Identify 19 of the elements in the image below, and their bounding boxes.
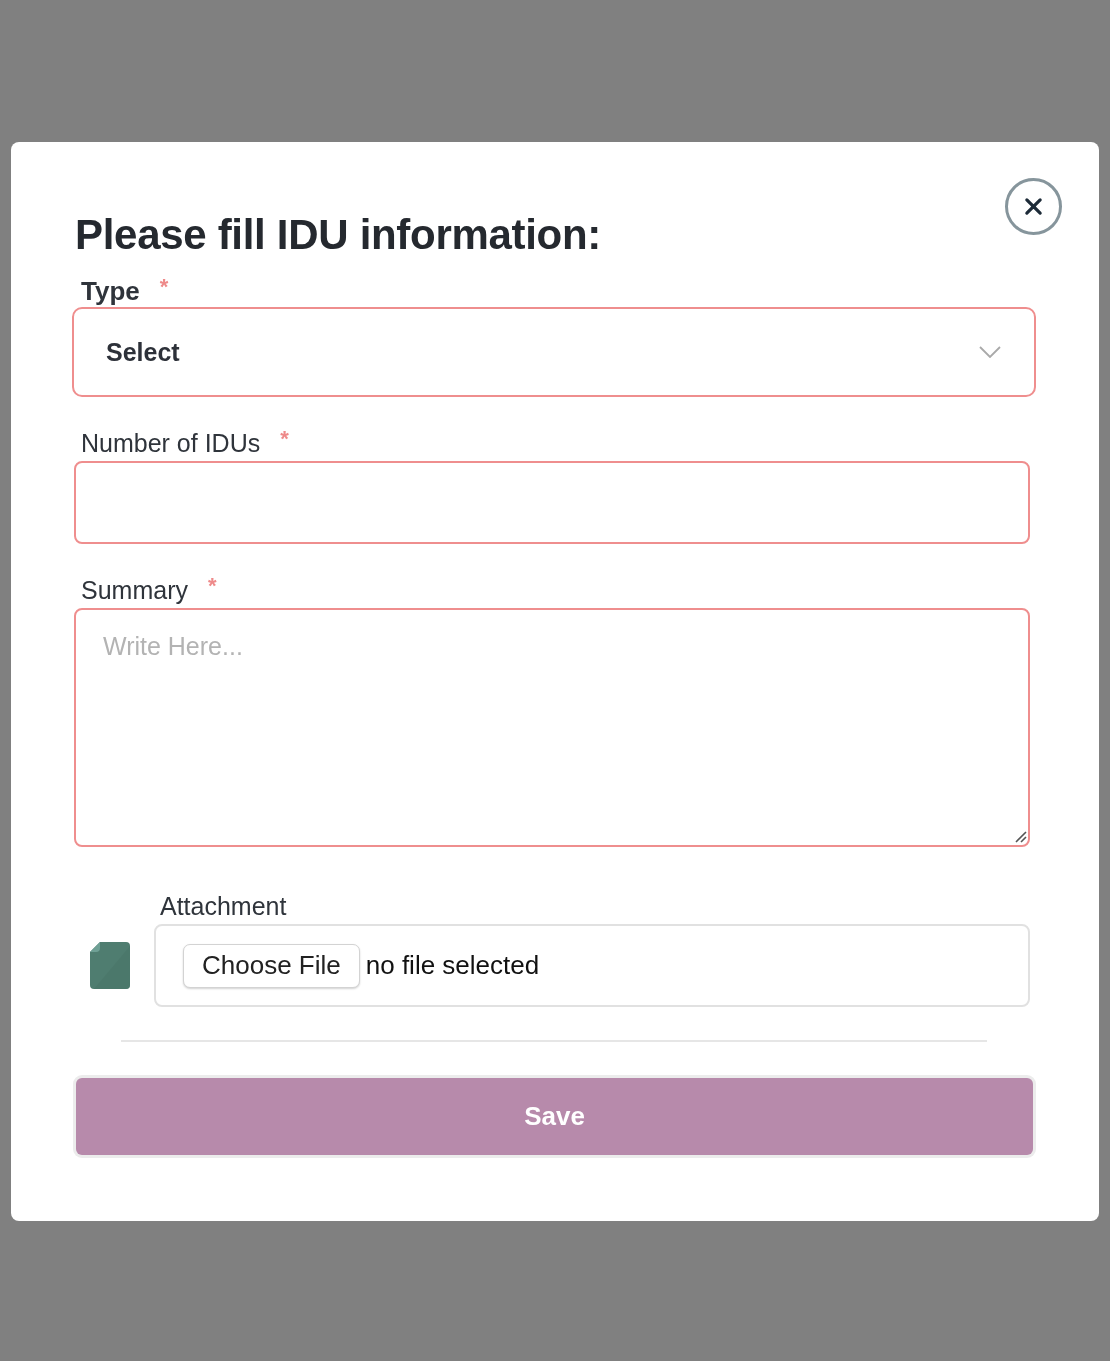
dialog-title: Please fill IDU information: [75,211,601,259]
field-label: Summary [81,575,188,605]
file-input-field[interactable]: Choose File no file selected [154,924,1030,1007]
select-field[interactable]: Select [72,307,1036,397]
choose-file-button[interactable]: Choose File [183,943,360,988]
textarea-field[interactable]: Write Here... [74,608,1030,847]
close-button[interactable] [1005,178,1062,235]
file-status-text: no file selected [365,950,540,981]
required-mark: * [159,276,169,298]
required-mark: * [280,428,289,450]
input-field[interactable] [74,461,1030,544]
resize-handle-icon[interactable] [1015,831,1027,843]
close-icon [1024,197,1043,216]
field-label: Number of IDUs [81,428,261,458]
required-mark: * [207,575,217,597]
field-label: Type [81,276,140,306]
document-icon [90,942,130,989]
chevron-down-icon [979,346,1001,358]
field-label: Attachment [160,891,287,921]
